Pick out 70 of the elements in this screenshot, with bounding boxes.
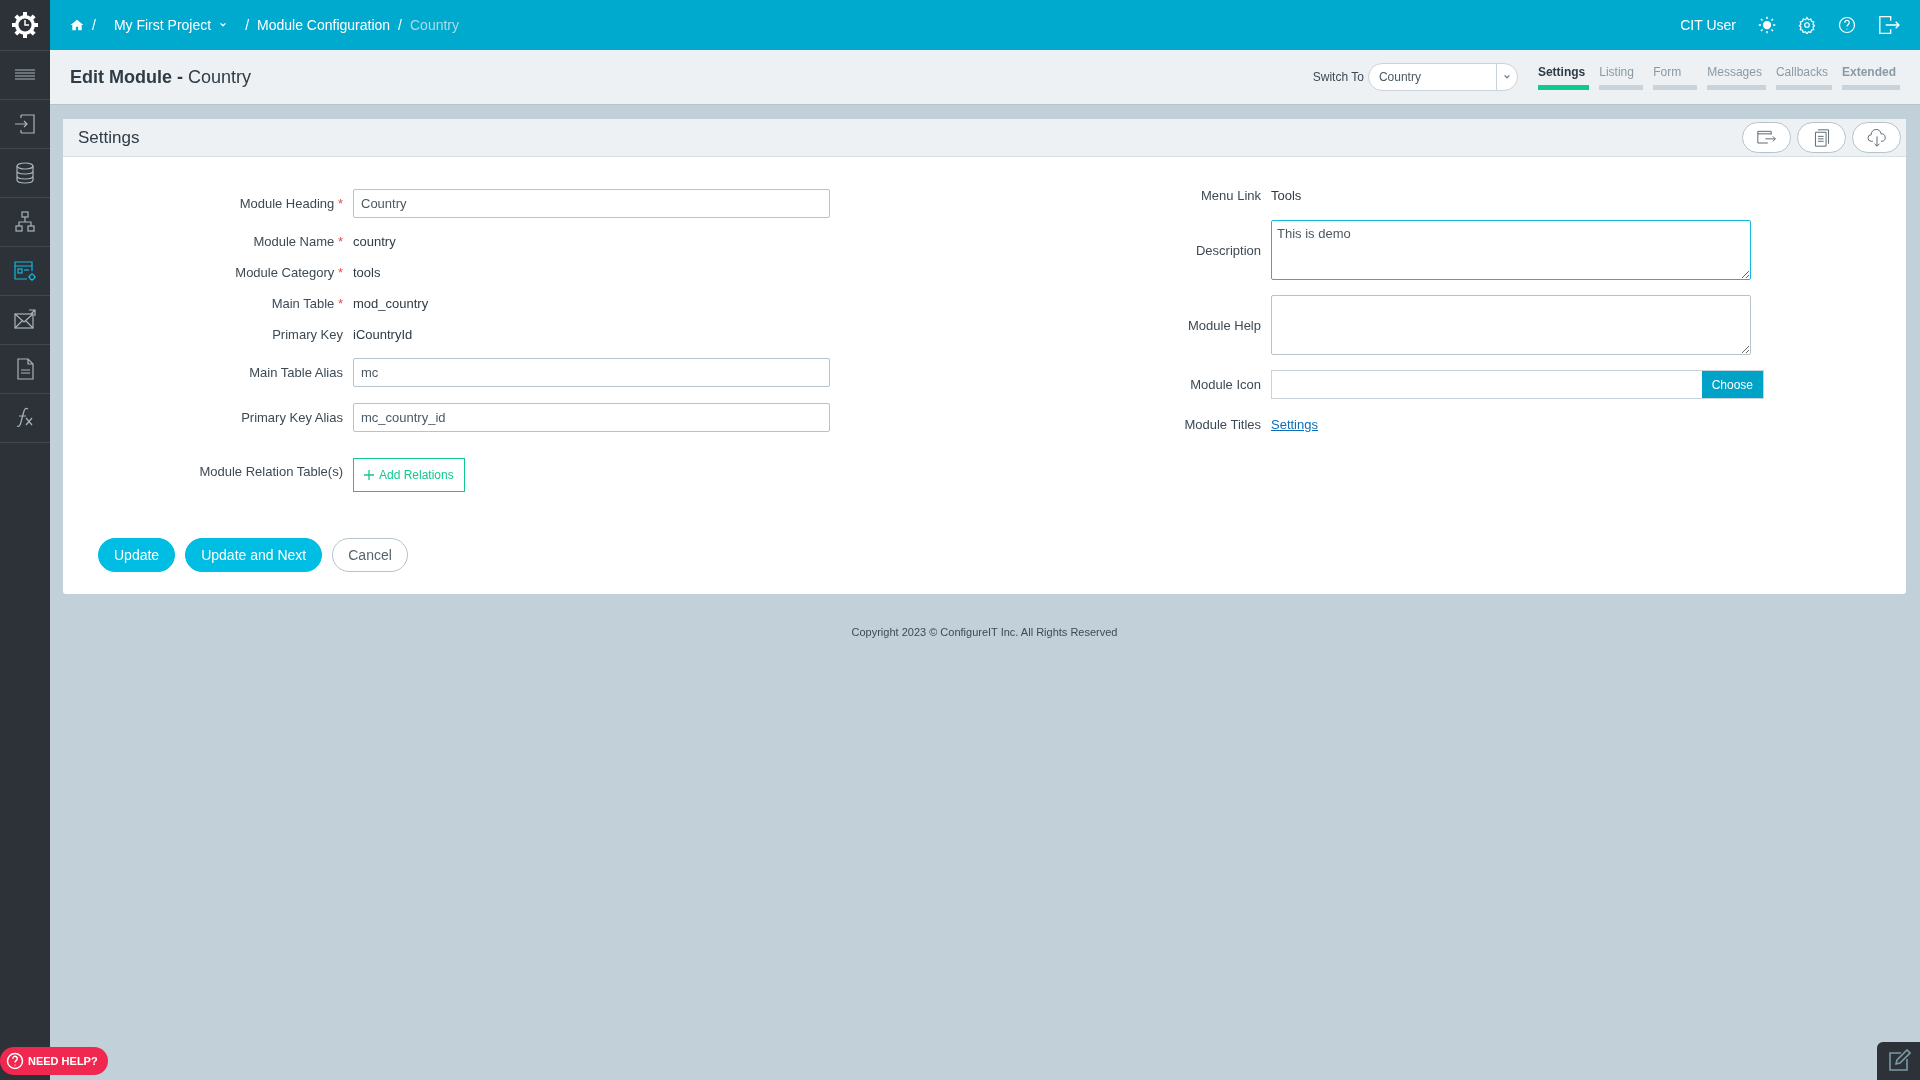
help-icon[interactable]: [1838, 16, 1856, 34]
icon-field[interactable]: Choose: [1271, 370, 1764, 399]
tab[interactable]: Extended: [1842, 64, 1900, 90]
field-value: iCountryId: [353, 327, 414, 342]
field-label: Module Icon: [1189, 377, 1261, 392]
settings-link[interactable]: Settings: [1271, 416, 1318, 432]
field-label: Description: [1194, 242, 1261, 258]
tab[interactable]: Settings: [1537, 64, 1590, 90]
switch-to-label: Switch To: [1312, 70, 1364, 84]
document-button[interactable]: [1797, 122, 1846, 153]
text-field[interactable]: Country: [353, 189, 830, 218]
user-name[interactable]: CIT User: [1680, 17, 1736, 33]
field-label: Module Name *: [252, 234, 343, 249]
page-title: Edit Module - Country: [70, 66, 252, 88]
card-title: Settings: [78, 127, 140, 148]
mail-icon: [13, 308, 37, 332]
tab[interactable]: Listing: [1599, 64, 1644, 90]
field-label: Module Titles: [1183, 416, 1261, 432]
window-arrow-icon: [1756, 129, 1777, 146]
plus-icon: [364, 470, 374, 480]
field-label: Module Relation Table(s): [198, 463, 343, 479]
breadcrumb-link[interactable]: Module Configuration: [257, 17, 391, 33]
need-help-button[interactable]: NEED HELP?: [0, 1047, 108, 1075]
field-label: Module Help: [1187, 317, 1261, 333]
breadcrumb-separator: /: [92, 17, 96, 33]
sun-icon[interactable]: [1758, 16, 1776, 34]
tab[interactable]: Callbacks: [1775, 64, 1832, 90]
home-icon[interactable]: [70, 18, 84, 32]
field-label: Primary Key Alias: [240, 410, 343, 425]
field-label: Module Heading *: [238, 196, 343, 211]
help-icon: [6, 1052, 24, 1070]
form-button[interactable]: Update and Next: [185, 538, 323, 572]
edit-note-button[interactable]: [1877, 1042, 1920, 1080]
add-relations-button[interactable]: Add Relations: [353, 458, 465, 492]
text-area[interactable]: This is demo: [1271, 220, 1751, 280]
cloud-download-icon: [1866, 128, 1887, 147]
breadcrumb-link[interactable]: Country: [410, 17, 460, 33]
breadcrumb-separator: /: [245, 17, 249, 33]
text-field[interactable]: mc: [353, 358, 830, 387]
form-button[interactable]: Cancel: [332, 538, 408, 572]
tab[interactable]: Form: [1653, 64, 1698, 90]
copyright-text: Copyright 2023 © ConfigureIT Inc. All Rights Reserved: [850, 626, 1119, 638]
document-icon: [1813, 128, 1830, 147]
tab[interactable]: Messages: [1707, 64, 1766, 90]
form-button[interactable]: Update: [98, 538, 176, 572]
window-gear-icon: [13, 259, 37, 283]
field-label: Main Table Alias: [248, 365, 343, 380]
field-value: country: [353, 234, 397, 249]
caret-icon: [1502, 73, 1511, 81]
text-field[interactable]: mc_country_id: [353, 403, 830, 432]
hierarchy-icon: [13, 210, 37, 234]
settings-icon[interactable]: [1798, 16, 1816, 34]
breadcrumb-separator: /: [398, 17, 402, 33]
switch-to-select[interactable]: Country: [1367, 63, 1518, 91]
field-label: Menu Link: [1200, 187, 1261, 203]
edit-icon: [1886, 1049, 1911, 1073]
field-value: tools: [353, 265, 382, 280]
database-icon: [13, 161, 37, 185]
field-label: Primary Key: [271, 327, 343, 342]
export-button[interactable]: [1742, 122, 1791, 153]
field-value: Tools: [1271, 187, 1303, 203]
field-value: mod_country: [353, 296, 430, 311]
download-button[interactable]: [1852, 122, 1901, 153]
breadcrumb-link[interactable]: My First Project: [113, 17, 228, 33]
sign-in-icon: [13, 112, 37, 136]
field-label: Module Category *: [234, 265, 343, 280]
choose-button[interactable]: Choose: [1701, 371, 1763, 398]
field-label: Main Table *: [270, 296, 343, 311]
logout-icon[interactable]: [1878, 15, 1900, 35]
text-area[interactable]: [1271, 295, 1751, 355]
